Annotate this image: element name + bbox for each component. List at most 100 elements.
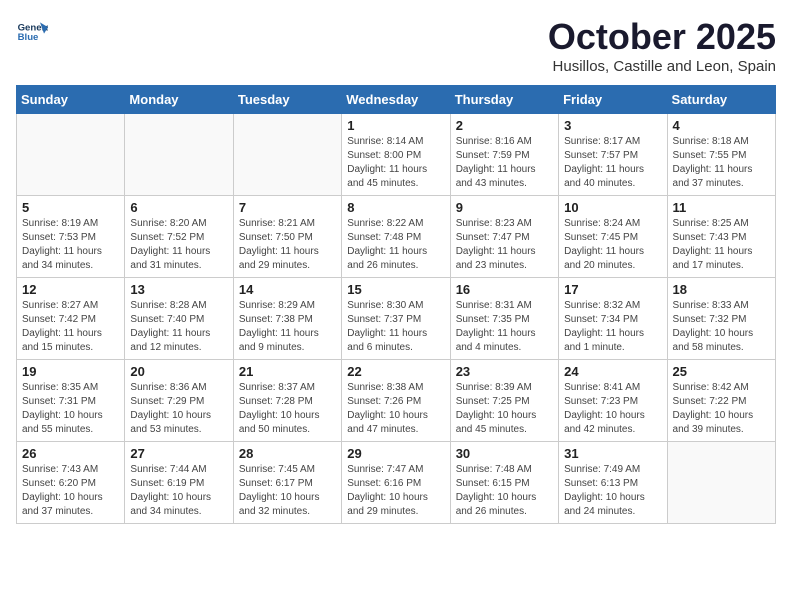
day-number: 15 [347, 282, 444, 297]
day-number: 13 [130, 282, 227, 297]
calendar-cell: 14 Sunrise: 8:29 AM Sunset: 7:38 PM Dayli… [233, 278, 341, 360]
day-info: Sunrise: 8:22 AM Sunset: 7:48 PM Dayligh… [347, 217, 444, 273]
day-number: 10 [564, 200, 661, 215]
weekday-header-wednesday: Wednesday [342, 86, 450, 114]
day-info: Sunrise: 7:48 AM Sunset: 6:15 PM Dayligh… [456, 463, 553, 519]
calendar-cell: 17 Sunrise: 8:32 AM Sunset: 7:34 PM Dayli… [559, 278, 667, 360]
day-info: Sunrise: 8:42 AM Sunset: 7:22 PM Dayligh… [673, 381, 770, 437]
weekday-header-tuesday: Tuesday [233, 86, 341, 114]
day-info: Sunrise: 8:18 AM Sunset: 7:55 PM Dayligh… [673, 135, 770, 191]
day-number: 23 [456, 364, 553, 379]
day-number: 19 [22, 364, 119, 379]
calendar-cell: 8 Sunrise: 8:22 AM Sunset: 7:48 PM Daylig… [342, 196, 450, 278]
day-info: Sunrise: 8:29 AM Sunset: 7:38 PM Dayligh… [239, 299, 336, 355]
day-info: Sunrise: 8:38 AM Sunset: 7:26 PM Dayligh… [347, 381, 444, 437]
calendar-cell: 10 Sunrise: 8:24 AM Sunset: 7:45 PM Dayli… [559, 196, 667, 278]
calendar-cell: 25 Sunrise: 8:42 AM Sunset: 7:22 PM Dayli… [667, 360, 775, 442]
day-number: 28 [239, 446, 336, 461]
calendar-cell: 23Sunrise: 8:39 AM Sunset: 7:25 PM Dayli… [450, 360, 558, 442]
calendar-cell: 27 Sunrise: 7:44 AM Sunset: 6:19 PM Dayli… [125, 442, 233, 524]
day-number: 26 [22, 446, 119, 461]
calendar-table: SundayMondayTuesdayWednesdayThursdayFrid… [16, 85, 776, 524]
calendar-cell: 20 Sunrise: 8:36 AM Sunset: 7:29 PM Dayli… [125, 360, 233, 442]
calendar-cell: 15 Sunrise: 8:30 AM Sunset: 7:37 PM Dayli… [342, 278, 450, 360]
day-info: Sunrise: 8:28 AM Sunset: 7:40 PM Dayligh… [130, 299, 227, 355]
day-number: 12 [22, 282, 119, 297]
day-info: Sunrise: 8:21 AM Sunset: 7:50 PM Dayligh… [239, 217, 336, 273]
day-info: Sunrise: 8:33 AM Sunset: 7:32 PM Dayligh… [673, 299, 770, 355]
day-number: 9 [456, 200, 553, 215]
day-info: Sunrise: 8:32 AM Sunset: 7:34 PM Dayligh… [564, 299, 661, 355]
day-number: 16 [456, 282, 553, 297]
day-info: Sunrise: 8:20 AM Sunset: 7:52 PM Dayligh… [130, 217, 227, 273]
day-info: Sunrise: 8:31 AM Sunset: 7:35 PM Dayligh… [456, 299, 553, 355]
calendar-cell: 12Sunrise: 8:27 AM Sunset: 7:42 PM Dayli… [17, 278, 125, 360]
calendar-cell [17, 114, 125, 196]
calendar-cell: 11Sunrise: 8:25 AM Sunset: 7:43 PM Dayli… [667, 196, 775, 278]
weekday-header-thursday: Thursday [450, 86, 558, 114]
day-number: 24 [564, 364, 661, 379]
calendar-cell: 22Sunrise: 8:38 AM Sunset: 7:26 PM Dayli… [342, 360, 450, 442]
day-number: 31 [564, 446, 661, 461]
calendar-cell: 18 Sunrise: 8:33 AM Sunset: 7:32 PM Dayli… [667, 278, 775, 360]
day-info: Sunrise: 8:23 AM Sunset: 7:47 PM Dayligh… [456, 217, 553, 273]
day-info: Sunrise: 8:19 AM Sunset: 7:53 PM Dayligh… [22, 217, 119, 273]
weekday-header-saturday: Saturday [667, 86, 775, 114]
day-number: 18 [673, 282, 770, 297]
calendar-cell: 6 Sunrise: 8:20 AM Sunset: 7:52 PM Daylig… [125, 196, 233, 278]
week-row-3: 12Sunrise: 8:27 AM Sunset: 7:42 PM Dayli… [17, 278, 776, 360]
calendar-cell: 7Sunrise: 8:21 AM Sunset: 7:50 PM Daylig… [233, 196, 341, 278]
day-number: 17 [564, 282, 661, 297]
calendar-cell: 29 Sunrise: 7:47 AM Sunset: 6:16 PM Dayli… [342, 442, 450, 524]
day-info: Sunrise: 8:41 AM Sunset: 7:23 PM Dayligh… [564, 381, 661, 437]
month-title: October 2025 [548, 16, 776, 58]
week-row-2: 5 Sunrise: 8:19 AM Sunset: 7:53 PM Daylig… [17, 196, 776, 278]
weekday-header-sunday: Sunday [17, 86, 125, 114]
weekday-header-monday: Monday [125, 86, 233, 114]
day-number: 25 [673, 364, 770, 379]
calendar-cell: 4 Sunrise: 8:18 AM Sunset: 7:55 PM Daylig… [667, 114, 775, 196]
calendar-cell: 19 Sunrise: 8:35 AM Sunset: 7:31 PM Dayli… [17, 360, 125, 442]
day-info: Sunrise: 8:37 AM Sunset: 7:28 PM Dayligh… [239, 381, 336, 437]
svg-text:Blue: Blue [18, 32, 39, 43]
day-number: 6 [130, 200, 227, 215]
calendar-cell: 3Sunrise: 8:17 AM Sunset: 7:57 PM Daylig… [559, 114, 667, 196]
calendar-cell [667, 442, 775, 524]
calendar-cell: 21 Sunrise: 8:37 AM Sunset: 7:28 PM Dayli… [233, 360, 341, 442]
day-number: 20 [130, 364, 227, 379]
day-number: 30 [456, 446, 553, 461]
day-number: 14 [239, 282, 336, 297]
day-number: 11 [673, 200, 770, 215]
day-number: 21 [239, 364, 336, 379]
location-subtitle: Husillos, Castille and Leon, Spain [548, 58, 776, 75]
weekday-header-row: SundayMondayTuesdayWednesdayThursdayFrid… [17, 86, 776, 114]
day-number: 27 [130, 446, 227, 461]
day-info: Sunrise: 8:24 AM Sunset: 7:45 PM Dayligh… [564, 217, 661, 273]
day-info: Sunrise: 7:44 AM Sunset: 6:19 PM Dayligh… [130, 463, 227, 519]
calendar-cell: 26Sunrise: 7:43 AM Sunset: 6:20 PM Dayli… [17, 442, 125, 524]
day-number: 29 [347, 446, 444, 461]
day-number: 4 [673, 118, 770, 133]
day-info: Sunrise: 7:47 AM Sunset: 6:16 PM Dayligh… [347, 463, 444, 519]
day-number: 5 [22, 200, 119, 215]
day-number: 8 [347, 200, 444, 215]
title-area: October 2025 Husillos, Castille and Leon… [548, 16, 776, 75]
day-number: 3 [564, 118, 661, 133]
day-info: Sunrise: 7:45 AM Sunset: 6:17 PM Dayligh… [239, 463, 336, 519]
calendar-cell [233, 114, 341, 196]
day-info: Sunrise: 8:16 AM Sunset: 7:59 PM Dayligh… [456, 135, 553, 191]
calendar-cell: 28 Sunrise: 7:45 AM Sunset: 6:17 PM Dayli… [233, 442, 341, 524]
calendar-cell [125, 114, 233, 196]
day-info: Sunrise: 8:35 AM Sunset: 7:31 PM Dayligh… [22, 381, 119, 437]
calendar-cell: 13 Sunrise: 8:28 AM Sunset: 7:40 PM Dayli… [125, 278, 233, 360]
day-info: Sunrise: 8:30 AM Sunset: 7:37 PM Dayligh… [347, 299, 444, 355]
day-number: 1 [347, 118, 444, 133]
day-info: Sunrise: 8:14 AM Sunset: 8:00 PM Dayligh… [347, 135, 444, 191]
weekday-header-friday: Friday [559, 86, 667, 114]
header: General Blue October 2025 Husillos, Cast… [16, 16, 776, 75]
calendar-cell: 16 Sunrise: 8:31 AM Sunset: 7:35 PM Dayli… [450, 278, 558, 360]
logo-icon: General Blue [16, 16, 48, 48]
calendar-cell: 30 Sunrise: 7:48 AM Sunset: 6:15 PM Dayli… [450, 442, 558, 524]
day-info: Sunrise: 8:36 AM Sunset: 7:29 PM Dayligh… [130, 381, 227, 437]
calendar-cell: 31Sunrise: 7:49 AM Sunset: 6:13 PM Dayli… [559, 442, 667, 524]
